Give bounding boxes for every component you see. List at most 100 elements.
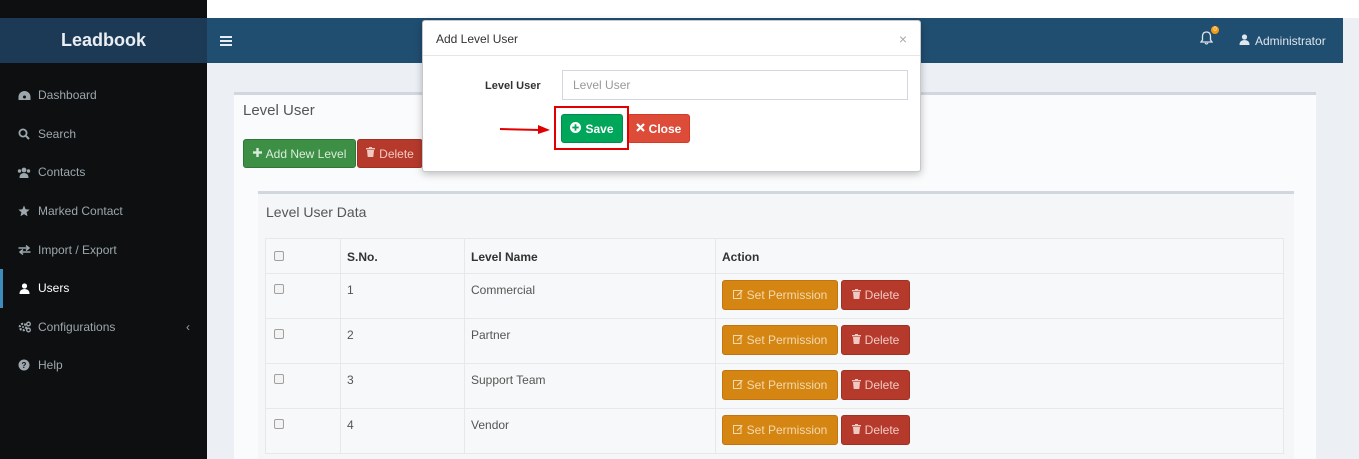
set-permission-button[interactable]: Set Permission [722,325,838,355]
level-name-cell: Partner [464,318,716,364]
row-delete-button[interactable]: Delete [841,325,910,355]
user-icon [17,283,31,294]
row-delete-button[interactable]: Delete [841,415,910,445]
edit-icon [732,379,743,392]
edit-icon [732,334,743,347]
action-cell: Set Permission Delete [715,318,1284,364]
sidebar-item-label: Configurations [38,319,116,334]
chevron-left-icon[interactable]: ‹ [186,320,190,334]
highlight-box [554,106,629,150]
level-user-input[interactable] [562,70,908,100]
sno-cell: 3 [340,363,465,409]
notification-badge: 0 [1211,26,1219,34]
table-row: 1 Commercial Set Permission Delete [265,273,1284,319]
sidebar-item-configurations[interactable]: Configurations ‹ [0,308,207,347]
close-icon[interactable]: × [899,31,907,47]
star-icon [17,205,31,217]
row-checkbox[interactable] [274,284,284,294]
modal-title: Add Level User [436,32,519,46]
table-row: 2 Partner Set Permission Delete [265,318,1284,364]
sidebar-item-dashboard[interactable]: Dashboard [0,76,207,115]
row-delete-label: Delete [864,288,900,302]
column-header: Action [715,238,1284,274]
times-icon [635,122,645,135]
data-section-title: Level User Data [266,204,367,220]
sidebar-item-label: Contacts [38,165,86,180]
add-new-level-label: Add New Level [265,146,347,161]
level-name-cell: Support Team [464,363,716,409]
add-level-user-modal: Add Level User × Level User Save Close [422,20,921,172]
trash-icon [851,423,861,437]
sidebar-item-marked-contact[interactable]: Marked Contact [0,192,207,231]
level-user-label: Level User [485,80,541,92]
sno-cell: 1 [340,273,465,319]
top-strip [207,0,1359,18]
add-new-level-button[interactable]: Add New Level [243,139,356,168]
row-select-cell [265,363,341,409]
set-permission-label: Set Permission [746,423,828,437]
search-icon [17,128,31,140]
sidebar: Leadbook Dashboard Search Contacts Marke… [0,0,207,459]
brand-logo[interactable]: Leadbook [0,18,207,63]
close-button[interactable]: Close [627,114,690,143]
set-permission-label: Set Permission [746,288,828,302]
sidebar-item-label: Dashboard [38,88,97,103]
sidebar-item-users[interactable]: Users [0,268,207,308]
dashboard-icon [17,90,31,101]
edit-icon [732,289,743,302]
user-icon [1239,34,1250,48]
row-delete-button[interactable]: Delete [841,280,910,310]
user-name: Administrator [1255,34,1326,48]
row-checkbox[interactable] [274,419,284,429]
trash-icon [851,333,861,347]
question-icon: ? [17,359,31,371]
set-permission-button[interactable]: Set Permission [722,370,838,400]
hamburger-icon[interactable] [220,33,232,49]
edit-icon [732,424,743,437]
row-select-cell [265,408,341,454]
select-all-header [265,238,341,274]
table-header-row: S.No. Level Name Action [265,238,1284,274]
column-header: S.No. [340,238,465,274]
level-name-cell: Vendor [464,408,716,454]
users-icon [17,167,31,178]
trash-icon [851,288,861,302]
column-header: Level Name [464,238,716,274]
set-permission-button[interactable]: Set Permission [722,415,838,445]
svg-text:?: ? [22,361,27,370]
row-checkbox[interactable] [274,374,284,384]
sidebar-item-contacts[interactable]: Contacts [0,153,207,192]
user-menu[interactable]: Administrator [1239,34,1326,48]
row-delete-label: Delete [864,333,900,347]
sidebar-item-label: Import / Export [38,242,117,257]
trash-icon [366,147,376,160]
sidebar-item-label: Help [38,358,63,373]
sidebar-item-label: Search [38,126,77,141]
row-select-cell [265,273,341,319]
set-permission-label: Set Permission [746,378,828,392]
row-delete-button[interactable]: Delete [841,370,910,400]
row-delete-label: Delete [864,423,900,437]
bell-icon[interactable] [1199,31,1214,48]
action-cell: Set Permission Delete [715,363,1284,409]
row-checkbox[interactable] [274,329,284,339]
plus-icon [252,147,262,160]
select-all-checkbox[interactable] [274,251,284,261]
action-cell: Set Permission Delete [715,273,1284,319]
row-select-cell [265,318,341,364]
exchange-icon [17,244,31,255]
table-row: 4 Vendor Set Permission Delete [265,408,1284,454]
sidebar-item-search[interactable]: Search [0,115,207,154]
annotation-arrow-icon [500,125,550,134]
sno-cell: 2 [340,318,465,364]
sidebar-item-help[interactable]: ? Help [0,346,207,385]
close-label: Close [648,121,682,136]
action-cell: Set Permission Delete [715,408,1284,454]
sidebar-item-import-export[interactable]: Import / Export [0,230,207,269]
cogs-icon [17,321,31,333]
set-permission-button[interactable]: Set Permission [722,280,838,310]
delete-selected-button[interactable]: Delete [357,139,423,168]
level-name-cell: Commercial [464,273,716,319]
sno-cell: 4 [340,408,465,454]
level-user-table: S.No. Level Name Action 1 Commercial Set… [265,238,1284,454]
